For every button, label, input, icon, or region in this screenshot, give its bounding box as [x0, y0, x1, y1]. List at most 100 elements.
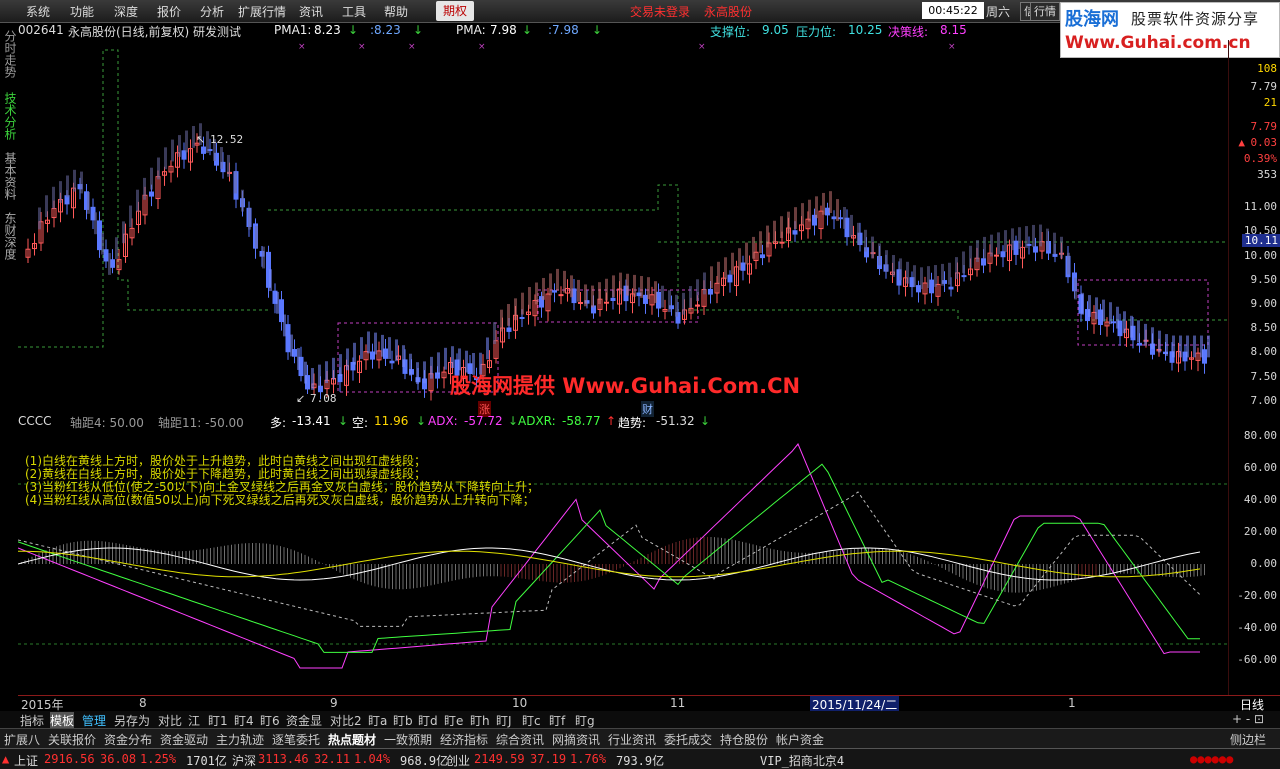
- bottom-tab[interactable]: 帐户资金: [776, 731, 824, 748]
- quote-button[interactable]: 行情: [1030, 2, 1060, 21]
- bottom-tab[interactable]: 扩展八: [4, 731, 40, 748]
- candle-body: [149, 191, 154, 197]
- date-label-sep: 9: [330, 696, 338, 710]
- bottom-tab[interactable]: 资金驱动: [160, 731, 208, 748]
- zoom-controls-icon[interactable]: + - ⊡: [1232, 712, 1264, 726]
- toolbar-item[interactable]: 对比2: [330, 712, 362, 729]
- bottom-tab[interactable]: 综合资讯: [496, 731, 544, 748]
- trend-band: [1074, 277, 1077, 300]
- candle-body: [838, 217, 843, 220]
- candlestick-chart[interactable]: ×××××××××× 12.52 ↖ 7.08 ↙: [18, 40, 1228, 412]
- trend-band: [822, 192, 825, 215]
- toolbar-item[interactable]: 盯g: [575, 712, 595, 729]
- candle-body: [389, 360, 395, 364]
- trend-band: [311, 368, 314, 390]
- candle-body: [610, 297, 616, 301]
- menu-analysis[interactable]: 分析: [200, 3, 224, 20]
- info-last: 7.79: [1250, 120, 1278, 133]
- trend-band: [738, 248, 741, 271]
- pma-label: PMA:: [456, 23, 486, 37]
- trend-band: [962, 251, 965, 274]
- trend-band: [1116, 306, 1119, 329]
- toolbar-item[interactable]: 盯d: [418, 712, 438, 729]
- bottom-tab[interactable]: 热点题材: [328, 731, 376, 748]
- toolbar-item[interactable]: 盯1: [208, 712, 228, 729]
- weekday: 周六: [986, 5, 1011, 19]
- bottom-tab[interactable]: 网摘资讯: [552, 731, 600, 748]
- menu-function[interactable]: 功能: [70, 3, 94, 20]
- indicator-dot-icon: ●●●●●●: [1190, 752, 1234, 766]
- cy-label[interactable]: 创业: [446, 752, 470, 769]
- price-axis: 108 7.79 21 7.79 0.03 ▲ 0.39% 353 11.00 …: [1228, 40, 1280, 695]
- axis-label-950: 9.50: [1250, 273, 1278, 286]
- toolbar-item[interactable]: 盯c: [522, 712, 541, 729]
- toolbar-item[interactable]: 另存为: [114, 712, 150, 729]
- trend-band: [493, 322, 496, 345]
- trend-band: [360, 337, 363, 359]
- axis-label-900: 9.00: [1250, 297, 1278, 310]
- menu-quote[interactable]: 报价: [157, 3, 181, 20]
- toolbar-item[interactable]: 盯h: [470, 712, 490, 729]
- sh-label[interactable]: 上证: [14, 752, 38, 769]
- toolbar-item[interactable]: 盯e: [444, 712, 463, 729]
- bottom-tab[interactable]: 资金分布: [104, 731, 152, 748]
- status-bar: ▲ 上证 2916.56 36.08 1.25% 1701亿 沪深 3113.4…: [0, 748, 1280, 769]
- trend-band: [766, 225, 769, 248]
- trend-band: [1144, 323, 1147, 346]
- side-tab-depth[interactable]: 东财深度: [2, 212, 17, 260]
- trend-band: [276, 291, 279, 314]
- bottom-tab[interactable]: 主力轨迹: [216, 731, 264, 748]
- side-tab-intraday[interactable]: 分时走势: [2, 30, 17, 78]
- bottom-tab[interactable]: 委托成交: [664, 731, 712, 748]
- trend-band: [920, 267, 923, 290]
- side-tab-fundamentals[interactable]: 基本资料: [2, 152, 17, 200]
- menu-help[interactable]: 帮助: [384, 3, 408, 20]
- toolbar-item[interactable]: 模板: [50, 712, 75, 729]
- toolbar-item[interactable]: 盯J: [496, 712, 512, 729]
- trend-band: [423, 361, 426, 384]
- trend-band: [1172, 335, 1175, 358]
- bottom-tab[interactable]: 一致预期: [384, 731, 432, 748]
- candle-body: [831, 216, 837, 220]
- menu-tools[interactable]: 工具: [342, 3, 366, 20]
- bottom-tab[interactable]: 持仓股份: [720, 731, 768, 748]
- clock: 00:45:22: [922, 2, 984, 19]
- trend-band: [220, 147, 223, 169]
- down-arrow-icon: ↓: [508, 414, 519, 428]
- bottom-tab[interactable]: 经济指标: [440, 731, 488, 748]
- trend-band: [430, 356, 433, 379]
- side-tab-technical[interactable]: 技术分析: [2, 92, 17, 140]
- toolbar-item[interactable]: 管理: [82, 712, 106, 729]
- toolbar-item[interactable]: 江: [188, 712, 200, 729]
- toolbar-item[interactable]: 盯b: [393, 712, 413, 729]
- toolbar-item[interactable]: 盯f: [549, 712, 565, 729]
- signal-cross-icon: ×: [408, 42, 416, 52]
- toolbar-item[interactable]: 盯a: [368, 712, 387, 729]
- bottom-tab[interactable]: 行业资讯: [608, 731, 656, 748]
- trend-band: [1207, 335, 1210, 358]
- menu-news[interactable]: 资讯: [299, 3, 323, 20]
- trend-band: [990, 234, 993, 257]
- toolbar-item[interactable]: 资金显: [286, 712, 322, 729]
- trend-band: [878, 243, 881, 266]
- menu-system[interactable]: 系统: [26, 3, 50, 20]
- hs-label[interactable]: 沪深: [232, 752, 256, 769]
- menu-extended-quote[interactable]: 扩展行情: [238, 3, 286, 20]
- toolbar-item[interactable]: 指标: [20, 712, 44, 729]
- toolbar-item[interactable]: 盯4: [234, 712, 254, 729]
- bottom-tab[interactable]: 逐笔委托: [272, 731, 320, 748]
- date-label-jan: 1: [1068, 696, 1076, 710]
- toolbar-item[interactable]: 盯6: [260, 712, 280, 729]
- tab-options[interactable]: 期权: [436, 1, 474, 21]
- sidebar-toggle[interactable]: 侧边栏: [1230, 731, 1266, 748]
- pma-value: 7.98: [490, 23, 517, 37]
- chart-title: 永高股份(日线,前复权) 研发测试: [68, 25, 241, 39]
- down-arrow-icon: ↓: [348, 23, 359, 37]
- vip-server[interactable]: VIP_招商北京4: [760, 752, 844, 769]
- trend-band: [892, 255, 895, 277]
- toolbar-item[interactable]: 对比: [158, 712, 182, 729]
- bottom-tab[interactable]: 关联报价: [48, 731, 96, 748]
- menu-depth[interactable]: 深度: [114, 3, 138, 20]
- trend-band: [241, 189, 244, 212]
- trade-status[interactable]: 交易未登录: [630, 3, 690, 20]
